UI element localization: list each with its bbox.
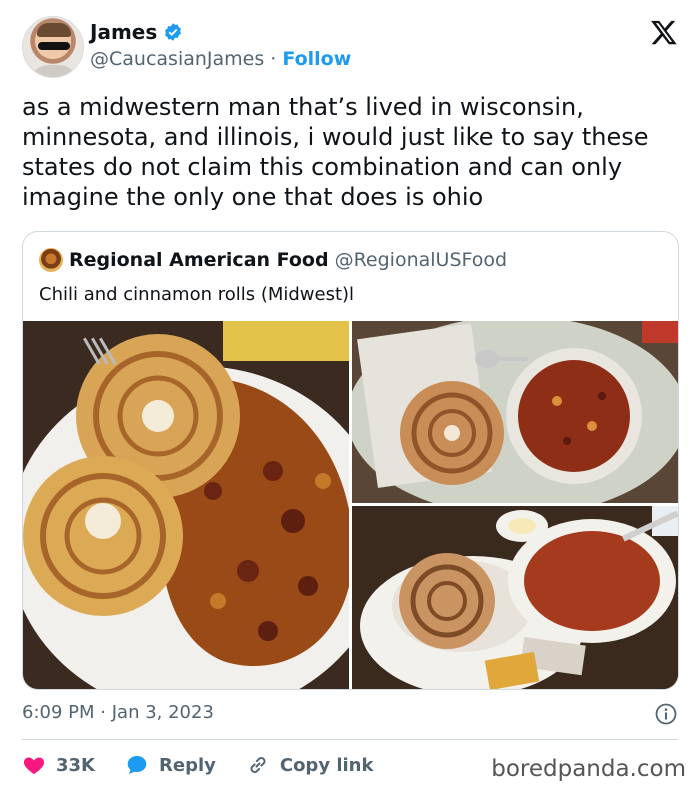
avatar-sunglasses [38,42,70,50]
photo-3-illustration [352,506,678,689]
tweet-date[interactable]: Jan 3, 2023 [112,702,214,723]
quoted-tweet-card[interactable]: Regional American Food @RegionalUSFood C… [22,231,679,690]
verified-badge-icon [165,23,182,41]
tweet-text: as a midwestern man that’s lived in wisc… [22,93,649,211]
tweet-header: James @CaucasianJames · Follow [22,16,682,78]
follow-button[interactable]: Follow [282,48,351,70]
handle-separator: · [270,48,277,70]
photo-2-illustration [352,321,678,503]
quoted-author-name[interactable]: Regional American Food [69,249,329,271]
photo-chili-cinnamon-rolls-2[interactable] [352,321,678,503]
tweet-timestamp-row: 6:09 PM · Jan 3, 2023 [22,702,678,726]
info-icon[interactable] [654,702,678,726]
photo-1-illustration [23,321,349,689]
author-name[interactable]: James [90,20,157,44]
author-handle-row: @CaucasianJames · Follow [90,48,351,70]
photo-chili-cinnamon-rolls-1[interactable] [23,321,349,689]
timestamp-separator: · [100,702,106,723]
quoted-author-avatar[interactable] [39,248,63,272]
avatar-shirt [29,65,79,77]
avatar-hair [37,23,71,37]
reply-button[interactable]: Reply [125,753,216,777]
speech-bubble-icon [127,756,147,774]
quoted-author-handle[interactable]: @RegionalUSFood [335,249,508,271]
copy-link-label: Copy link [279,754,374,776]
tweet-actions: 33K Reply Copy link [22,752,403,778]
photo-chili-cinnamon-rolls-3[interactable] [352,506,678,689]
divider [22,739,678,740]
reply-label: Reply [159,754,216,776]
quoted-tweet-header: Regional American Food @RegionalUSFood [39,248,507,272]
x-logo-icon[interactable] [650,18,678,46]
author-handle[interactable]: @CaucasianJames [90,48,264,70]
tweet-time[interactable]: 6:09 PM [22,702,95,723]
copy-link-button[interactable]: Copy link [246,753,374,777]
like-count: 33K [56,754,95,776]
author-avatar[interactable] [22,16,84,78]
like-button[interactable]: 33K [22,753,95,777]
watermark: boredpanda.com [491,756,686,782]
author-name-row: James [90,20,183,44]
link-icon [250,757,266,773]
quoted-tweet-text: Chili and cinnamon rolls (Midwest)l [39,284,355,305]
quoted-tweet-photos [23,321,678,689]
heart-icon [23,757,45,774]
